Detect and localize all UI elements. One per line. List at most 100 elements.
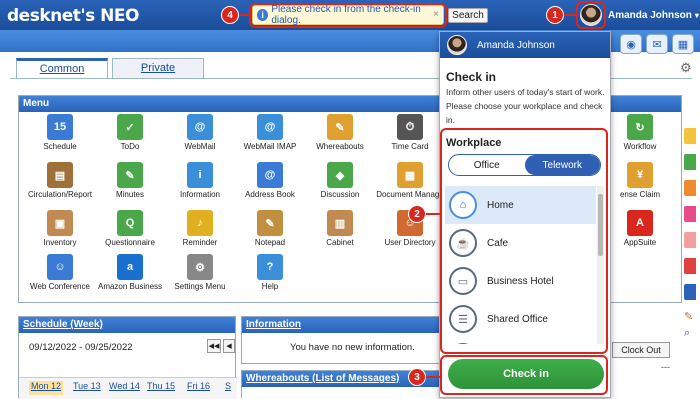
side-tab[interactable] [684,232,696,248]
menu-item-label: Document Manage [376,190,444,199]
information-panel: Information You have no new information. [241,316,441,364]
menu-item[interactable]: ? Help [235,254,305,291]
highlight-box-4 [249,3,447,28]
menu-item-label: Time Card [391,142,429,151]
menu-item-label: User Directory [384,238,436,247]
calendar-icon: 15 [47,114,73,140]
side-tab[interactable] [684,206,696,222]
menu-item[interactable]: @ Address Book [235,162,305,199]
side-tab[interactable] [684,128,696,144]
search-icon[interactable]: ⌕ [684,327,700,340]
broadcast-icon[interactable]: ◉ [620,34,642,54]
menu-item-label: Help [261,282,279,291]
menu-item-label: Discussion [320,190,360,199]
menu-item-expense-claim[interactable]: ¥ ense Claim [605,162,675,199]
schedule-week-panel: Schedule (Week) 09/12/2022 - 09/25/2022 … [18,316,237,399]
gear-icon[interactable]: ⚙ [680,60,692,76]
side-tab[interactable] [684,154,696,170]
day-header-sat[interactable]: S [225,381,231,395]
clipboard-icon: ▤ [47,162,73,188]
menu-item[interactable]: ♪ Reminder [165,210,235,247]
address-book-icon: @ [257,162,283,188]
day-header-thu[interactable]: Thu 15 [147,381,175,395]
clock-out-button[interactable]: Clock Out [612,342,670,358]
menu-item[interactable]: ◆ Discussion [305,162,375,199]
tab-private[interactable]: Private [112,58,204,78]
menu-item[interactable]: ▤ Circulation/Report [25,162,95,199]
discussion-icon: ◆ [327,162,353,188]
clock-out-time: --- [661,362,670,372]
schedule-week-title[interactable]: Schedule (Week) [19,317,235,333]
day-header-tue[interactable]: Tue 13 [73,381,101,395]
pencil-icon[interactable]: ✎ [684,310,700,323]
highlight-box-2 [440,128,608,354]
app-logo[interactable]: desknet's NEO [7,6,139,26]
menu-item-label: Address Book [245,190,295,199]
menu-item-label: Questionnaire [105,238,155,247]
menu-item-label: Minutes [115,190,144,199]
user-name: Amanda Johnson [608,9,692,21]
menu-item[interactable]: ✎ Notepad [235,210,305,247]
menu-item[interactable]: ☺ Web Conference [25,254,95,291]
day-header-mon[interactable]: Mon 12 [29,381,64,395]
menu-item[interactable]: ⏱ Time Card [375,114,445,151]
search-button[interactable]: Search [448,8,488,23]
menu-item[interactable]: ⚙ Settings Menu [165,254,235,291]
information-title[interactable]: Information [242,317,440,333]
menu-item[interactable]: Q Questionnaire [95,210,165,247]
menu-item[interactable]: @ WebMail [165,114,235,151]
amazon-business-icon: a [117,254,143,280]
menu-item[interactable]: ▦ Document Manage [375,162,445,199]
highlight-box-3 [440,355,608,395]
help-icon: ? [257,254,283,280]
chat-icon[interactable]: ✉ [646,34,668,54]
side-tab[interactable] [684,284,696,300]
prev-two-weeks-button[interactable]: ◀◀ [207,339,221,353]
highlight-box-1 [576,1,606,29]
menu-item[interactable]: ✓ ToDo [95,114,165,151]
settings-menu-icon: ⚙ [187,254,213,280]
menu-item[interactable]: ✎ Whereabouts [305,114,375,151]
inventory-icon: ▣ [47,210,73,236]
app-grid-icon[interactable]: ▦ [672,34,694,54]
reminder-bell-icon: ♪ [187,210,213,236]
side-tab[interactable] [684,180,696,196]
menu-item[interactable]: 15 Schedule [25,114,95,151]
callout-line-4 [239,14,251,16]
menu-item[interactable]: i Information [165,162,235,199]
timecard-icon: ⏱ [397,114,423,140]
menu-item-label: WebMail IMAP [243,142,297,151]
expense-claim-icon: ¥ [627,162,653,188]
menu-item-label: Cabinet [326,238,354,247]
prev-week-button[interactable]: ◀ [223,339,235,353]
menu-item[interactable]: ▣ Inventory [25,210,95,247]
document-icon: ▦ [397,162,423,188]
dropdown-user-avatar [447,35,467,55]
cabinet-icon: ▥ [327,210,353,236]
menu-item-label: Information [179,190,221,199]
callout-line-2 [426,213,440,215]
menu-item-workflow[interactable]: ↻ Workflow [605,114,675,151]
workflow-icon: ↻ [627,114,653,140]
questionnaire-icon: Q [117,210,143,236]
todo-icon: ✓ [117,114,143,140]
color-side-tabs: ✎ ⌕ [684,128,700,340]
day-header-wed[interactable]: Wed 14 [109,381,140,395]
schedule-week-range: 09/12/2022 - 09/25/2022 [29,342,133,353]
day-header-fri[interactable]: Fri 16 [187,381,210,395]
notepad-icon: ✎ [257,210,283,236]
header-tool-icons: ◉ ✉ ▦ [620,34,694,54]
menu-item[interactable]: ✎ Minutes [95,162,165,199]
tab-common[interactable]: Common [16,58,108,78]
callout-badge-4: 4 [221,6,239,24]
menu-item[interactable]: a Amazon Business [95,254,165,291]
appsuite-icon: A [627,210,653,236]
menu-item-label: Schedule [43,142,77,151]
menu-item[interactable]: @ WebMail IMAP [235,114,305,151]
menu-item-label: Whereabouts [316,142,364,151]
menu-item-appsuite[interactable]: A AppSuite [605,210,675,247]
web-conference-icon: ☺ [47,254,73,280]
side-tab[interactable] [684,258,696,274]
checkin-description: Inform other users of today's start of w… [446,87,605,125]
menu-item[interactable]: ▥ Cabinet [305,210,375,247]
